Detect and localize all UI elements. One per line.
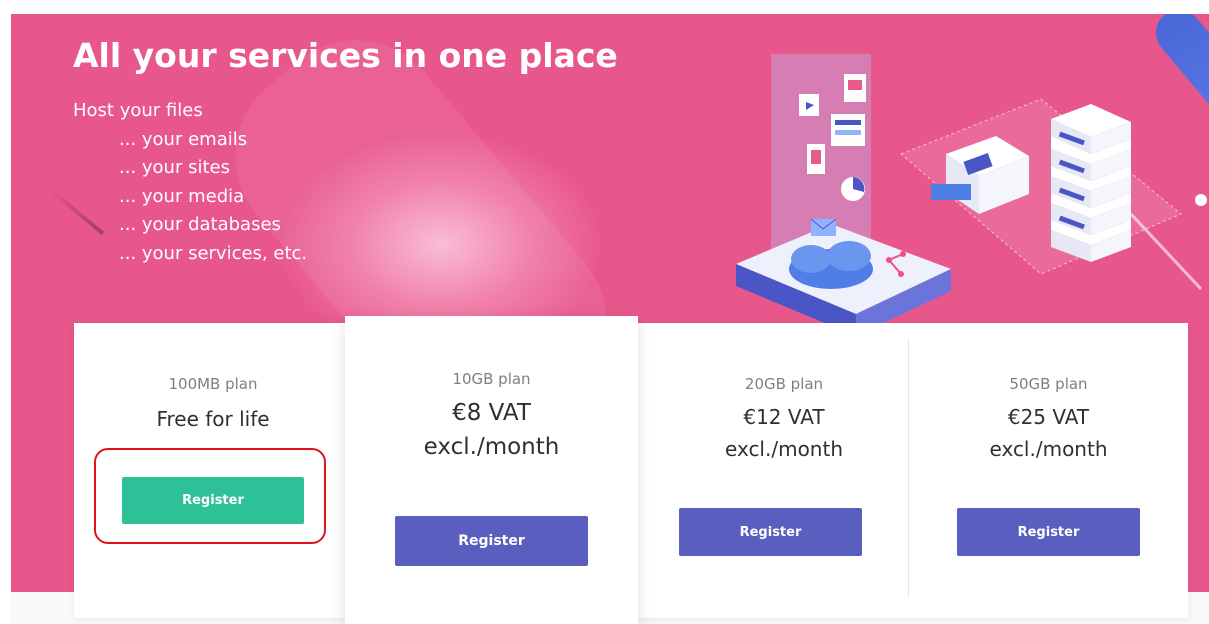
- plan-card-20gb: 20GB plan €12 VAT excl./month Register: [660, 323, 908, 613]
- plan-price: €25 VAT: [1007, 405, 1090, 429]
- hero-line: ... your sites: [119, 157, 230, 179]
- register-button-20gb[interactable]: Register: [679, 508, 862, 556]
- plan-price: €12 VAT: [743, 405, 825, 429]
- plan-card-10gb: 10GB plan €8 VAT excl./month Register: [345, 316, 638, 624]
- plan-name: 100MB plan: [168, 375, 258, 393]
- cloud-servers-illustration: [711, 24, 1209, 364]
- hero-service-list: Host your files ... your emails ... your…: [73, 97, 307, 269]
- hero-line: ... your media: [119, 185, 245, 207]
- hero-line: ... your databases: [119, 214, 281, 236]
- hero-title: All your services in one place: [73, 36, 618, 75]
- hero-line: ... your emails: [119, 128, 248, 150]
- plan-price: €8 VAT: [452, 400, 531, 426]
- hero-line: ... your services, etc.: [119, 242, 308, 264]
- plan-name: 50GB plan: [1009, 375, 1088, 393]
- plan-price-period: excl./month: [989, 437, 1108, 461]
- cloud-servers-illustration-svg: [736, 54, 1203, 336]
- register-button-10gb[interactable]: Register: [395, 516, 588, 566]
- plan-price-period: excl./month: [423, 434, 560, 460]
- plan-card-50gb: 50GB plan €25 VAT excl./month Register: [909, 323, 1188, 613]
- register-button-50gb[interactable]: Register: [957, 508, 1140, 556]
- plan-name: 20GB plan: [744, 375, 824, 393]
- plan-name: 10GB plan: [452, 370, 531, 388]
- highlight-annotation: [94, 448, 326, 544]
- plan-price-period: excl./month: [725, 437, 843, 461]
- hero-line: Host your files: [73, 100, 203, 121]
- plan-price: Free for life: [156, 407, 270, 431]
